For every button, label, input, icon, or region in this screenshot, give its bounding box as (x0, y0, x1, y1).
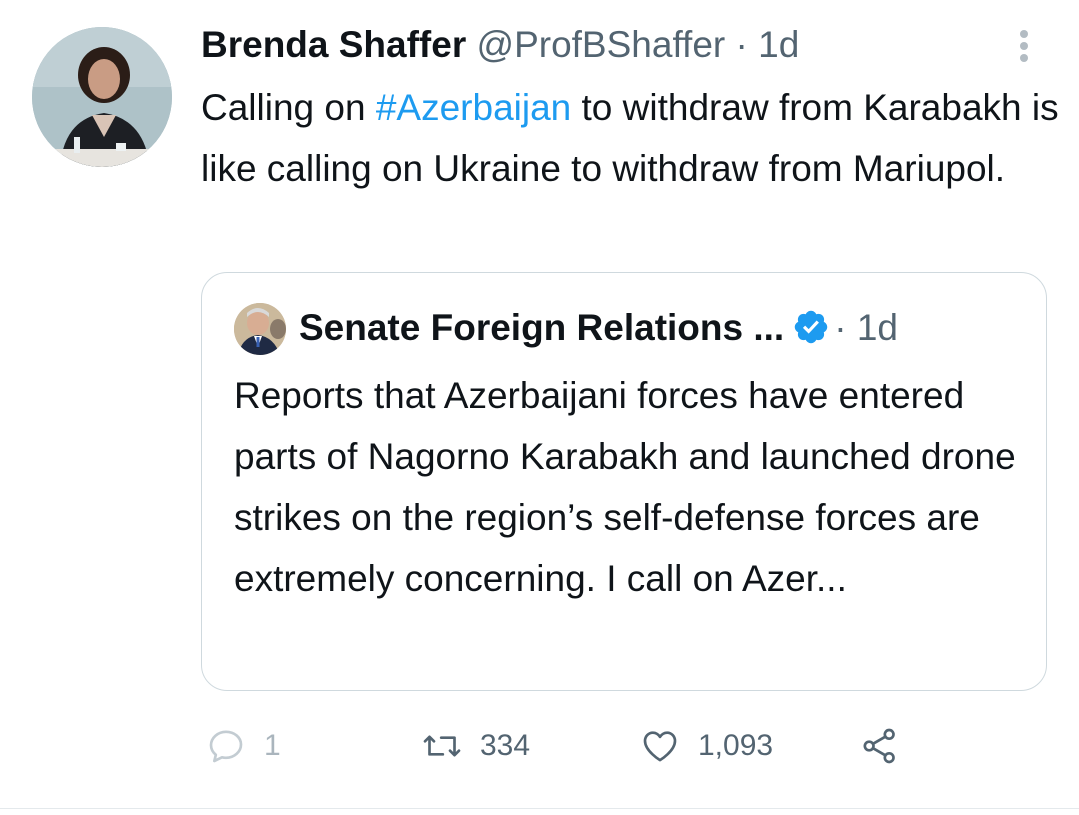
quoted-author-name[interactable]: Senate Foreign Relations ... (299, 307, 784, 348)
retweet-icon (423, 735, 461, 757)
author-name[interactable]: Brenda Shaffer (201, 24, 466, 65)
like-count: 1,093 (698, 729, 774, 762)
author-handle[interactable]: @ProfBShaffer (477, 24, 726, 65)
quoted-tweet-timestamp[interactable]: 1d (857, 307, 898, 348)
quoted-author-avatar (234, 303, 286, 355)
tweet-divider (0, 808, 1079, 809)
tweet-text-before: Calling on (201, 87, 376, 128)
tweet-timestamp[interactable]: 1d (758, 24, 799, 65)
quoted-author-avatar-image (234, 303, 286, 355)
quoted-tweet-header: Senate Foreign Relations ... · 1d (299, 305, 898, 351)
hashtag-link[interactable]: #Azerbaijan (376, 87, 571, 128)
share-button[interactable] (860, 726, 900, 766)
reply-icon (209, 730, 243, 763)
tweet-header: Brenda Shaffer @ProfBShaffer · 1d (201, 22, 799, 68)
tweet-action-bar: 1 334 1,093 (0, 726, 1079, 766)
more-options-icon[interactable] (1013, 26, 1037, 66)
author-avatar[interactable] (32, 27, 172, 167)
verified-badge-icon (794, 310, 828, 344)
quoted-header-separator: · (834, 307, 847, 348)
share-icon (863, 728, 895, 764)
author-avatar-image (32, 27, 172, 167)
retweet-count: 334 (480, 729, 531, 762)
header-separator: · (735, 24, 748, 65)
quoted-tweet-text: Reports that Azerbaijani forces have ent… (234, 375, 1016, 599)
tweet-text: Calling on #Azerbaijan to withdraw from … (201, 77, 1061, 199)
retweet-button[interactable]: 334 (422, 726, 530, 766)
reply-button[interactable]: 1 (206, 726, 281, 766)
quoted-tweet-card[interactable]: Senate Foreign Relations ... · 1d Reports… (201, 272, 1047, 691)
heart-icon (643, 731, 677, 762)
like-button[interactable]: 1,093 (640, 726, 773, 766)
reply-count: 1 (264, 729, 281, 762)
